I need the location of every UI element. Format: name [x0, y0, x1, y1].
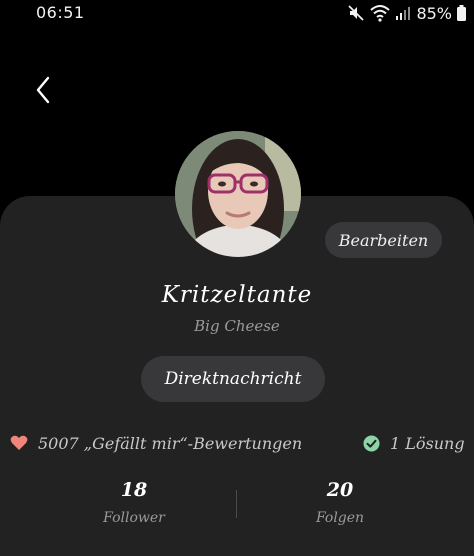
profile-rank: Big Cheese — [194, 317, 280, 335]
avatar-portrait — [175, 131, 301, 257]
following-label: Folgen — [315, 510, 365, 526]
likes-text: 5007 „Gefällt mir“-Bewertungen — [38, 433, 303, 453]
avatar[interactable] — [175, 131, 301, 257]
stats-divider — [236, 490, 237, 518]
profile-username: Kritzeltante — [161, 282, 313, 308]
solutions-text: 1 Lösung — [390, 433, 465, 453]
check-circle-icon — [363, 435, 380, 451]
solutions-stat: 1 Lösung — [363, 431, 465, 455]
followers-count: 18 — [120, 479, 148, 501]
status-bar: 06:51 85% — [0, 0, 474, 26]
battery-icon — [457, 5, 466, 21]
following-count: 20 — [326, 479, 354, 501]
following-stat[interactable]: 20 Folgen — [280, 476, 400, 526]
heart-icon — [10, 435, 28, 450]
edit-profile-button[interactable]: Bearbeiten — [325, 222, 442, 258]
followers-label: Follower — [103, 510, 165, 526]
battery-percentage: 85% — [416, 3, 452, 23]
status-icons: 85% — [347, 3, 466, 23]
status-time: 06:51 — [36, 3, 85, 22]
signal-icon — [396, 7, 411, 20]
chevron-left-icon — [36, 76, 50, 104]
mute-icon — [348, 5, 365, 21]
likes-stat: 5007 „Gefällt mir“-Bewertungen — [10, 431, 302, 455]
followers-stat[interactable]: 18 Follower — [74, 476, 194, 526]
back-button[interactable] — [26, 72, 60, 108]
wifi-icon — [370, 5, 391, 22]
direct-message-button[interactable]: Direktnachricht — [141, 356, 325, 402]
